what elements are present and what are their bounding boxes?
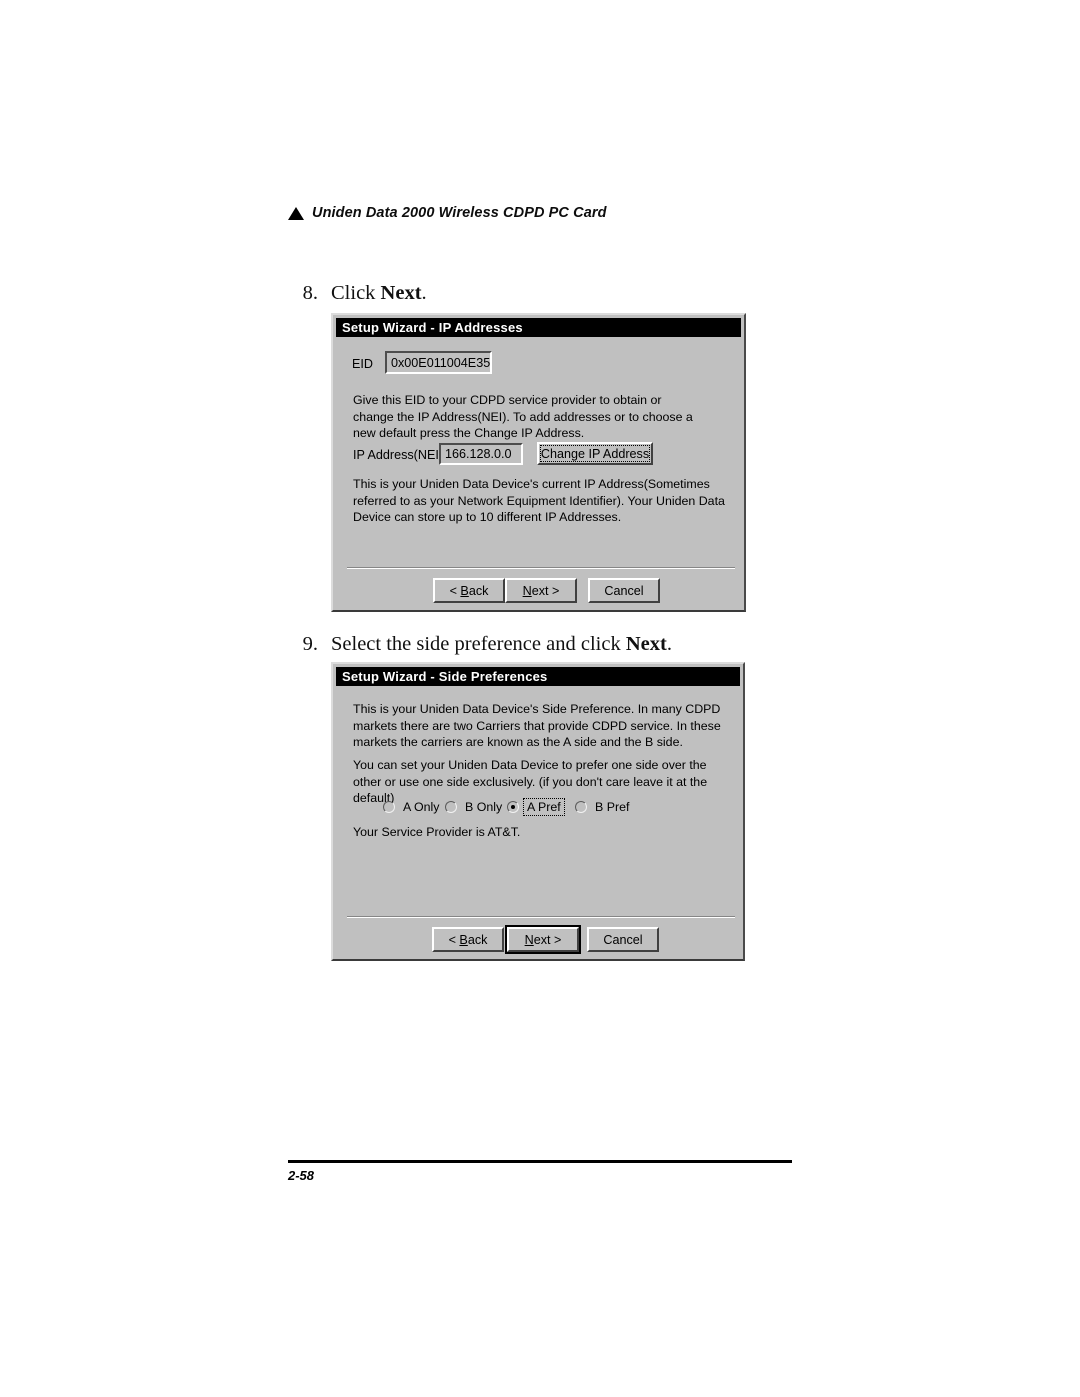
back-button-label: < Back <box>448 932 488 947</box>
ip-address-field[interactable]: 166.128.0.0 <box>439 443 523 465</box>
next-button[interactable]: Next > <box>505 925 581 954</box>
service-provider-text: Your Service Provider is AT&T. <box>353 825 521 839</box>
side-preference-radio-group: A Only B Only A Pref B Pref <box>383 798 632 816</box>
step-9-text-after: . <box>666 633 672 655</box>
ip-instructions-paragraph: Give this EID to your CDPD service provi… <box>353 393 693 440</box>
radio-a-only-circle[interactable] <box>383 801 395 813</box>
step-8-number: 8. <box>302 282 318 304</box>
radio-a-pref-label: A Pref <box>523 798 565 816</box>
cancel-button[interactable]: Cancel <box>587 927 659 952</box>
next-button-label: Next > <box>524 932 562 947</box>
radio-b-only[interactable]: B Only <box>445 799 507 815</box>
step-8-text-before: Click <box>331 282 381 304</box>
radio-a-pref-circle[interactable] <box>507 801 519 813</box>
cancel-button[interactable]: Cancel <box>588 578 660 603</box>
radio-b-pref[interactable]: B Pref <box>575 799 632 815</box>
step-9-number: 9. <box>302 633 318 655</box>
step-9-text: Select the side preference and click Nex… <box>331 633 672 656</box>
radio-b-pref-label: B Pref <box>595 800 630 814</box>
radio-b-pref-circle[interactable] <box>575 801 587 813</box>
triangle-bullet-icon <box>288 206 304 220</box>
back-button[interactable]: < Back <box>432 927 504 952</box>
side-preference-paragraph-1: This is your Uniden Data Device's Side P… <box>353 702 721 749</box>
setup-wizard-ip-addresses-dialog: Setup Wizard - IP Addresses EID 0x00E011… <box>331 313 746 612</box>
footer-rule <box>288 1160 792 1163</box>
eid-label: EID <box>352 357 373 371</box>
dialog-title: Setup Wizard - IP Addresses <box>342 320 523 335</box>
ip-description-paragraph: This is your Uniden Data Device's curren… <box>353 477 725 524</box>
next-button[interactable]: Next > <box>505 578 577 603</box>
eid-field[interactable]: 0x00E011004E35 <box>385 351 492 374</box>
back-button-label: < Back <box>449 583 489 598</box>
page-header-title: Uniden Data 2000 Wireless CDPD PC Card <box>312 205 607 221</box>
change-ip-address-button[interactable]: Change IP Address <box>537 442 653 465</box>
step-8: 8. Click Next. <box>288 282 427 305</box>
page-header: Uniden Data 2000 Wireless CDPD PC Card <box>288 205 607 221</box>
radio-b-only-label: B Only <box>465 800 503 814</box>
radio-a-only-label: A Only <box>403 800 440 814</box>
button-separator <box>347 916 735 918</box>
back-button[interactable]: < Back <box>433 578 505 603</box>
dialog-title: Setup Wizard - Side Preferences <box>342 669 548 684</box>
radio-b-only-circle[interactable] <box>445 801 457 813</box>
step-9: 9. Select the side preference and click … <box>288 633 672 656</box>
step-8-text-after: . <box>421 282 427 304</box>
radio-a-only[interactable]: A Only <box>383 799 445 815</box>
page-number: 2-58 <box>288 1168 315 1183</box>
radio-a-pref[interactable]: A Pref <box>507 798 575 816</box>
setup-wizard-side-preferences-dialog: Setup Wizard - Side Preferences This is … <box>331 662 745 961</box>
step-9-text-bold: Next <box>625 633 667 655</box>
step-8-text: Click Next. <box>331 282 427 305</box>
next-button-label: Next > <box>522 583 560 598</box>
dialog-titlebar: Setup Wizard - IP Addresses <box>336 318 741 337</box>
step-9-text-before: Select the side preference and click <box>331 633 626 655</box>
step-8-text-bold: Next <box>380 282 422 304</box>
dialog-titlebar: Setup Wizard - Side Preferences <box>336 667 740 686</box>
button-separator <box>347 567 735 569</box>
ip-address-label: IP Address(NEI) <box>353 448 444 462</box>
